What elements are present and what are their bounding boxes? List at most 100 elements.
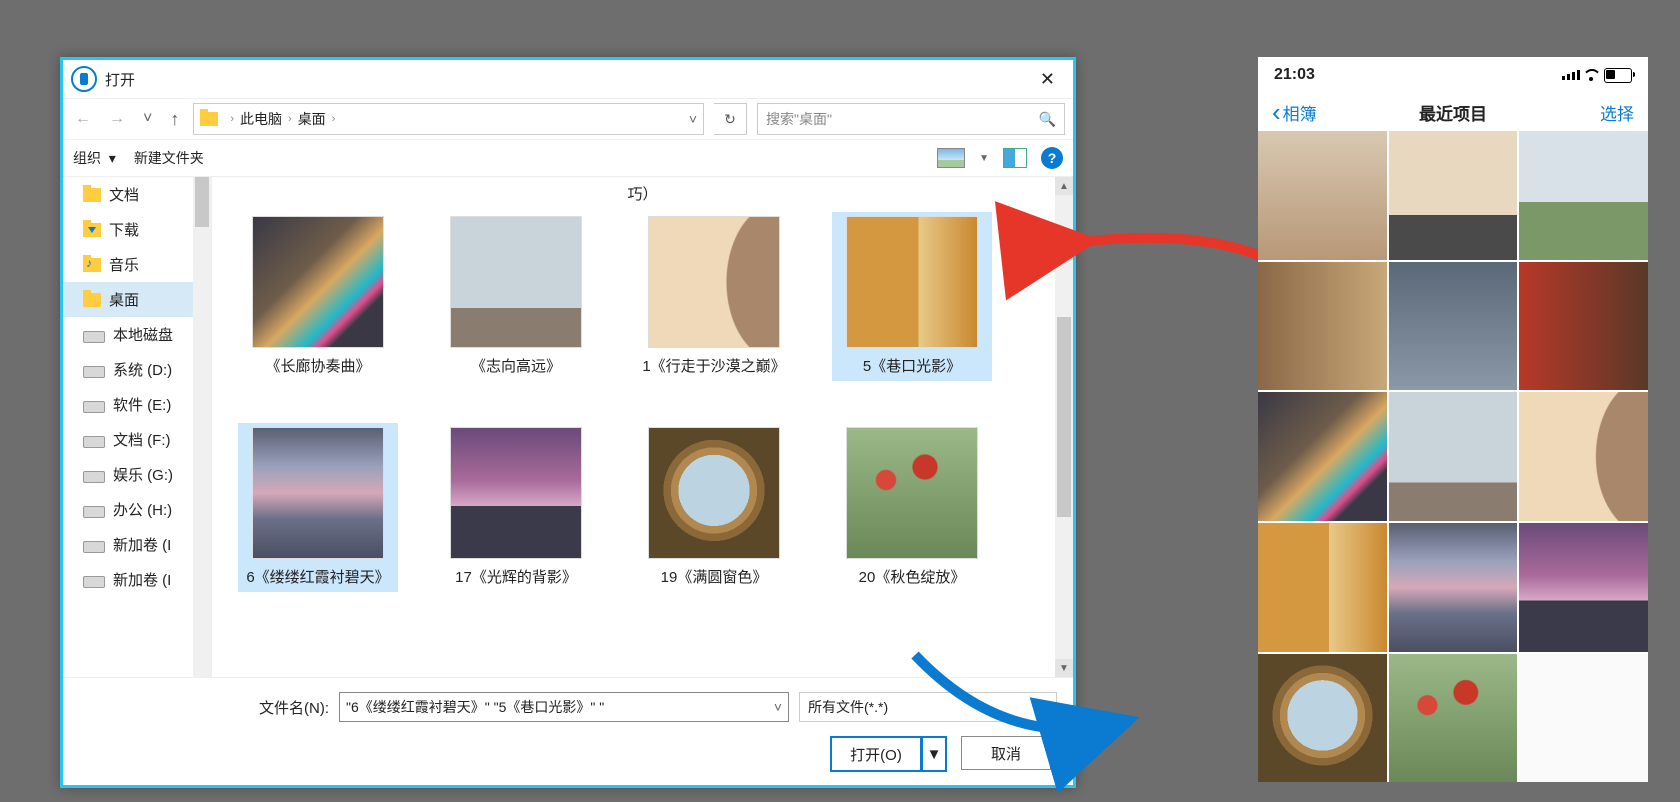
phone-photo-thumbnail[interactable] <box>1258 131 1387 260</box>
phone-photo-thumbnail[interactable] <box>1389 654 1518 783</box>
sidebar-item[interactable]: 娱乐 (G:) <box>63 457 211 492</box>
file-caption: 6《缕缕红霞衬碧天》 <box>242 567 394 588</box>
sidebar-item-label: 音乐 <box>109 254 139 275</box>
refresh-icon[interactable]: ↻ <box>714 103 747 135</box>
file-item[interactable]: 20《秋色绽放》 <box>836 427 988 588</box>
phone-photo-thumbnail[interactable] <box>1519 131 1648 260</box>
phone-back-button[interactable]: 相簿 <box>1272 99 1317 125</box>
view-dropdown-icon[interactable]: ▼ <box>979 153 989 164</box>
file-item[interactable]: 17《光辉的背影》 <box>440 427 592 588</box>
chevron-right-icon: › <box>288 113 292 125</box>
forward-icon[interactable]: → <box>105 110 129 128</box>
back-icon[interactable]: ← <box>71 110 95 128</box>
filetype-select[interactable]: 所有文件(*.*) ˅ <box>799 692 1057 722</box>
scroll-up-icon[interactable]: ▲ <box>1055 177 1073 195</box>
chevron-down-icon[interactable]: ˅ <box>689 111 697 127</box>
file-item[interactable]: 《志向高远》 <box>440 216 592 377</box>
sidebar-item[interactable]: 文档 (F:) <box>63 422 211 457</box>
file-thumbnail <box>846 427 978 559</box>
scrollbar[interactable] <box>193 177 211 677</box>
file-caption: 《志向高远》 <box>440 356 592 377</box>
phone-photo-thumbnail[interactable] <box>1389 262 1518 391</box>
file-caption: 17《光辉的背影》 <box>440 567 592 588</box>
open-dropdown-icon[interactable]: ▼ <box>922 736 947 772</box>
file-item[interactable]: 19《满圆窗色》 <box>638 427 790 588</box>
chevron-down-icon[interactable]: ˅ <box>774 699 782 715</box>
recent-dropdown-icon[interactable]: ˅ <box>139 110 156 128</box>
new-folder-button[interactable]: 新建文件夹 <box>134 148 204 168</box>
phone-photo-thumbnail[interactable] <box>1389 131 1518 260</box>
phone-photo-grid <box>1258 131 1648 782</box>
sidebar-item[interactable]: 系统 (D:) <box>63 352 211 387</box>
cancel-button[interactable]: 取消 <box>961 736 1051 770</box>
scrollbar[interactable]: ▲ ▼ <box>1055 177 1073 677</box>
close-icon[interactable]: ✕ <box>1030 65 1065 94</box>
sidebar-item-label: 娱乐 (G:) <box>113 464 173 485</box>
file-thumbnail <box>648 427 780 559</box>
phone-navbar: 相簿 最近项目 选择 <box>1258 93 1648 131</box>
folder-icon <box>83 293 101 307</box>
battery-icon <box>1604 68 1632 83</box>
file-thumbnail <box>648 216 780 348</box>
filename-label: 文件名(N): <box>79 697 329 718</box>
drive-icon <box>83 436 105 448</box>
sidebar-item[interactable]: 新加卷 (I <box>63 527 211 562</box>
sidebar-item-label: 本地磁盘 <box>113 324 173 345</box>
phone-photo-thumbnail[interactable] <box>1519 654 1648 783</box>
file-item[interactable]: 6《缕缕红霞衬碧天》 <box>238 423 398 592</box>
file-item[interactable]: 1《行走于沙漠之巅》 <box>638 216 790 377</box>
file-thumbnail <box>450 427 582 559</box>
file-caption: 5《巷口光影》 <box>836 356 988 377</box>
file-thumbnail <box>252 427 384 559</box>
sidebar-item[interactable]: 新加卷 (I <box>63 562 211 597</box>
footer: 文件名(N): "6《缕缕红霞衬碧天》" "5《巷口光影》" " ˅ 所有文件(… <box>63 677 1073 786</box>
phone-photo-thumbnail[interactable] <box>1519 262 1648 391</box>
sidebar-item-label: 办公 (H:) <box>113 499 172 520</box>
scroll-thumb[interactable] <box>1057 317 1071 517</box>
sidebar-item-label: 下载 <box>109 219 139 240</box>
breadcrumb[interactable]: › 此电脑 › 桌面 › ˅ <box>193 103 704 135</box>
file-item[interactable]: 《长廊协奏曲》 <box>242 216 394 377</box>
phone-photo-thumbnail[interactable] <box>1258 392 1387 521</box>
phone-title: 最近项目 <box>1419 100 1487 125</box>
file-caption: 《长廊协奏曲》 <box>242 356 394 377</box>
organize-button[interactable]: 组织 ▾ <box>73 148 116 168</box>
search-input[interactable]: 搜索"桌面" 🔍 <box>757 103 1065 135</box>
sidebar-item[interactable]: 桌面 <box>63 282 211 317</box>
sidebar-item[interactable]: 软件 (E:) <box>63 387 211 422</box>
signal-icon <box>1562 70 1580 80</box>
chevron-down-icon[interactable]: ˅ <box>1040 699 1048 715</box>
phone-photo-thumbnail[interactable] <box>1389 392 1518 521</box>
drive-icon <box>83 471 105 483</box>
filename-input[interactable]: "6《缕缕红霞衬碧天》" "5《巷口光影》" " ˅ <box>339 692 789 722</box>
sidebar-item[interactable]: 本地磁盘 <box>63 317 211 352</box>
phone-select-button[interactable]: 选择 <box>1600 100 1634 125</box>
phone-photo-thumbnail[interactable] <box>1519 392 1648 521</box>
sidebar-item[interactable]: 办公 (H:) <box>63 492 211 527</box>
sidebar-item[interactable]: 文档 <box>63 177 211 212</box>
file-caption: 19《满圆窗色》 <box>638 567 790 588</box>
sidebar-item[interactable]: 下载 <box>63 212 211 247</box>
preview-pane-icon[interactable] <box>1003 148 1027 168</box>
phone-photo-thumbnail[interactable] <box>1258 523 1387 652</box>
sidebar-item[interactable]: 音乐 <box>63 247 211 282</box>
up-icon[interactable]: ↑ <box>166 109 183 130</box>
scroll-down-icon[interactable]: ▼ <box>1055 659 1073 677</box>
sidebar-item-label: 文档 <box>109 184 139 205</box>
phone-photo-thumbnail[interactable] <box>1258 262 1387 391</box>
phone-photo-thumbnail[interactable] <box>1389 523 1518 652</box>
breadcrumb-folder[interactable]: 桌面 <box>298 109 326 129</box>
view-mode-icon[interactable] <box>937 148 965 168</box>
phone-photo-thumbnail[interactable] <box>1258 654 1387 783</box>
phone-photo-thumbnail[interactable] <box>1519 523 1648 652</box>
breadcrumb-root[interactable]: 此电脑 <box>240 109 282 129</box>
titlebar: 打开 ✕ <box>63 60 1073 99</box>
search-icon: 🔍 <box>1039 111 1056 128</box>
file-thumbnail <box>252 216 384 348</box>
help-icon[interactable]: ? <box>1041 147 1063 169</box>
open-button[interactable]: 打开(O) <box>830 736 922 772</box>
file-open-dialog: 打开 ✕ ← → ˅ ↑ › 此电脑 › 桌面 › ˅ ↻ 搜索"桌面" 🔍 组… <box>60 57 1076 788</box>
sidebar-item-label: 新加卷 (I <box>113 569 171 590</box>
file-item[interactable]: 5《巷口光影》 <box>832 212 992 381</box>
sidebar-item-label: 文档 (F:) <box>113 429 171 450</box>
